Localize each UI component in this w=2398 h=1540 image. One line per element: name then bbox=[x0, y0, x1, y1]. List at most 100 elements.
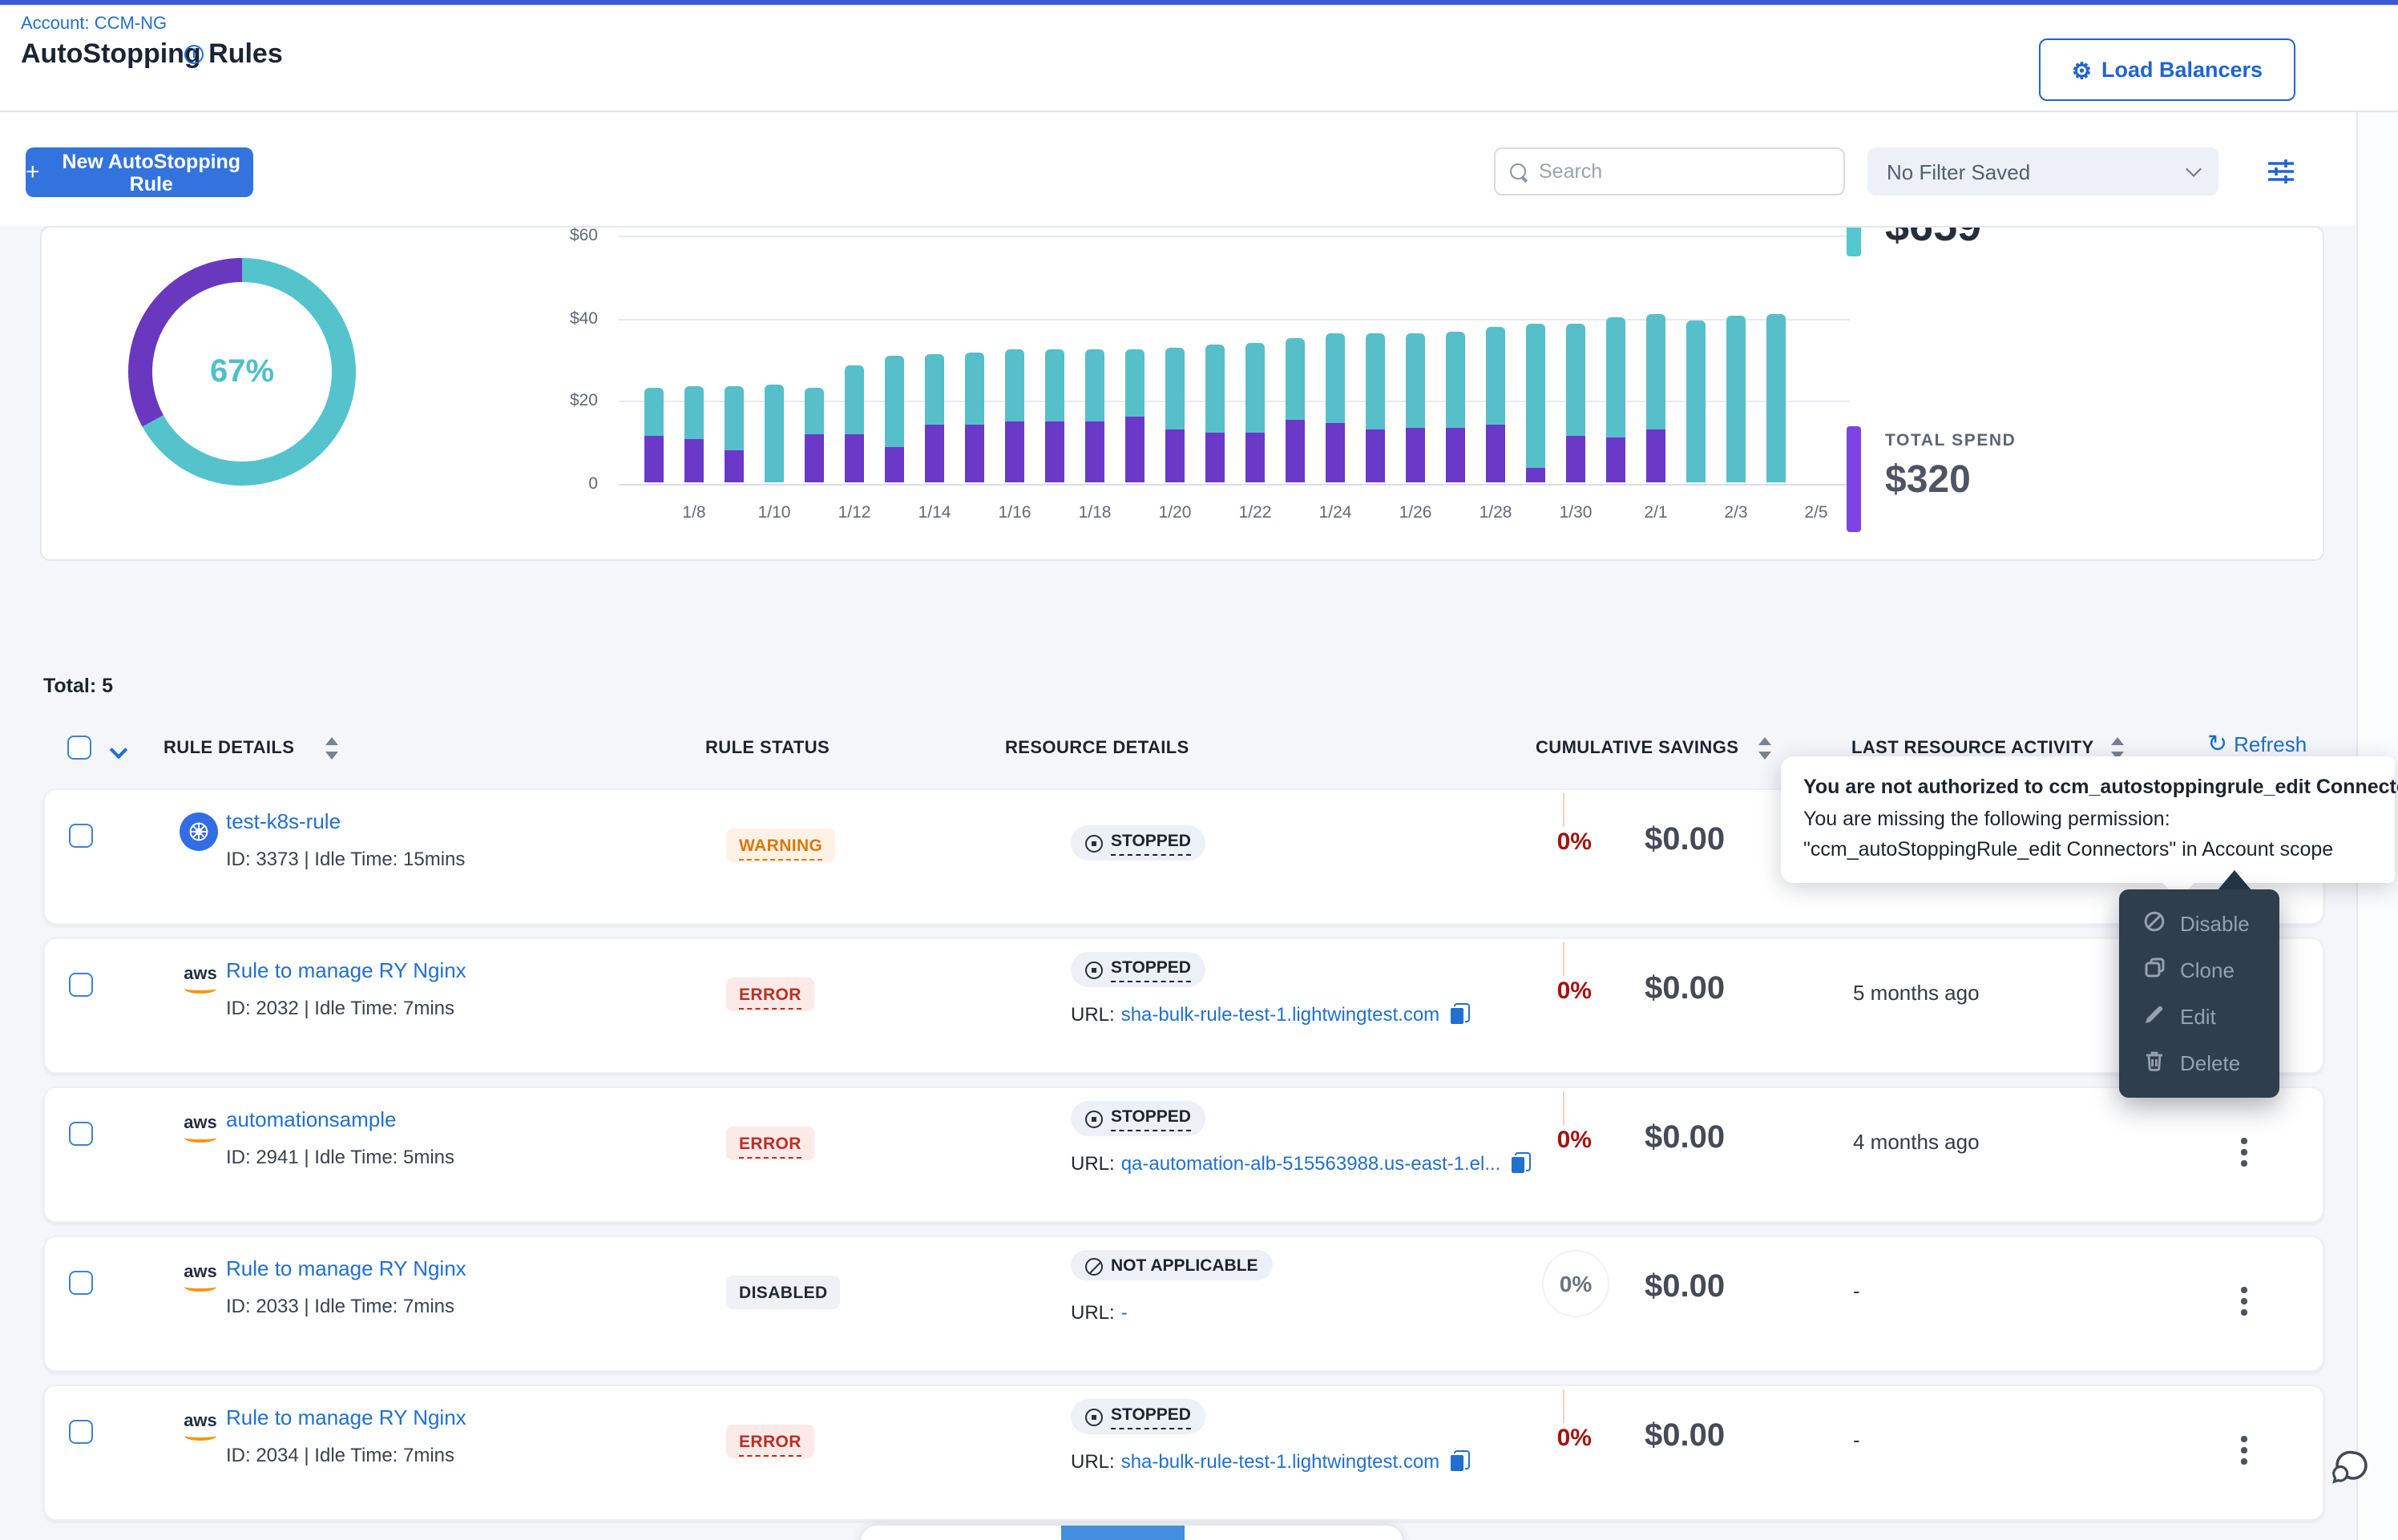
filter-sliders-icon[interactable] bbox=[2263, 155, 2299, 187]
spend-segment bbox=[1566, 437, 1585, 483]
search-input[interactable] bbox=[1539, 160, 1811, 183]
savings-segment bbox=[1606, 317, 1625, 437]
menu-item-delete[interactable]: Delete bbox=[2119, 1040, 2279, 1086]
stacked-bar[interactable] bbox=[1526, 325, 1545, 483]
resource-url-link[interactable]: - bbox=[1121, 1301, 1128, 1324]
resource-url-link[interactable]: qa-automation-alb-515563988.us-east-1.el… bbox=[1121, 1152, 1501, 1175]
stacked-bar[interactable] bbox=[1766, 314, 1786, 483]
stacked-bar[interactable] bbox=[644, 389, 664, 483]
x-axis-tick-label: 1/28 bbox=[1480, 503, 1512, 522]
rule-name-link[interactable]: Rule to manage RY Nginx bbox=[226, 1405, 466, 1429]
stacked-bar[interactable] bbox=[1165, 347, 1185, 483]
stacked-bar[interactable] bbox=[1045, 349, 1064, 483]
breadcrumb-account[interactable]: Account: CCM-NG bbox=[21, 14, 167, 34]
stacked-bar[interactable] bbox=[885, 355, 904, 483]
resource-state-badge[interactable]: STOPPED bbox=[1071, 952, 1205, 987]
row-options-kebab-icon[interactable] bbox=[2225, 1123, 2263, 1181]
stacked-bar[interactable] bbox=[684, 386, 704, 483]
copy-icon[interactable] bbox=[1510, 1152, 1531, 1175]
stacked-bar[interactable] bbox=[965, 352, 984, 483]
rule-status-badge[interactable]: ERROR bbox=[726, 978, 814, 1011]
select-menu-chevron-icon[interactable] bbox=[110, 741, 128, 760]
pagination-bar[interactable] bbox=[861, 1526, 1403, 1540]
stacked-bar[interactable] bbox=[1205, 345, 1225, 483]
stacked-bar[interactable] bbox=[1726, 316, 1746, 483]
rule-status-badge[interactable]: ERROR bbox=[726, 1425, 814, 1458]
resource-state-badge[interactable]: NOT APPLICABLE bbox=[1071, 1250, 1273, 1280]
spend-segment bbox=[805, 433, 824, 483]
rule-name-link[interactable]: automationsample bbox=[226, 1107, 396, 1131]
load-balancers-button[interactable]: ⚙ Load Balancers bbox=[2039, 38, 2295, 101]
stacked-bar[interactable] bbox=[1406, 333, 1425, 483]
stacked-bar[interactable] bbox=[1286, 337, 1305, 483]
row-checkbox[interactable] bbox=[69, 1420, 93, 1444]
savings-segment bbox=[765, 385, 784, 483]
stacked-bar[interactable] bbox=[845, 365, 864, 483]
resource-state-badge[interactable]: STOPPED bbox=[1071, 1101, 1205, 1136]
info-icon[interactable]: i bbox=[184, 45, 204, 64]
stacked-bar[interactable] bbox=[1486, 328, 1505, 483]
stacked-bar[interactable] bbox=[1326, 333, 1345, 483]
stacked-bar[interactable] bbox=[1125, 349, 1144, 483]
saved-filter-dropdown[interactable]: No Filter Saved bbox=[1867, 147, 2218, 196]
stacked-bar[interactable] bbox=[925, 353, 944, 483]
copy-icon[interactable] bbox=[1449, 1450, 1470, 1473]
copy-icon[interactable] bbox=[1449, 1003, 1470, 1026]
savings-percent: 0% bbox=[1480, 828, 1592, 856]
resource-url-link[interactable]: sha-bulk-rule-test-1.lightwingtest.com bbox=[1121, 1450, 1440, 1473]
page-header: Account: CCM-NG AutoStopping Rules i ⚙ L… bbox=[0, 5, 2398, 112]
sort-rule-details-icon[interactable] bbox=[325, 737, 338, 760]
rule-name-link[interactable]: Rule to manage RY Nginx bbox=[226, 958, 466, 982]
stacked-bar[interactable] bbox=[1686, 320, 1706, 483]
resource-url: URL:sha-bulk-rule-test-1.lightwingtest.c… bbox=[1071, 1450, 1470, 1473]
stacked-bar[interactable] bbox=[725, 386, 744, 483]
rule-name-link[interactable]: Rule to manage RY Nginx bbox=[226, 1256, 466, 1280]
refresh-button[interactable]: ↻ Refresh bbox=[2207, 732, 2307, 756]
menu-item-disable[interactable]: Disable bbox=[2119, 901, 2279, 947]
row-options-kebab-icon[interactable] bbox=[2225, 1421, 2263, 1479]
row-checkbox[interactable] bbox=[69, 973, 93, 997]
savings-segment bbox=[925, 353, 944, 425]
column-last-activity[interactable]: LAST RESOURCE ACTIVITY bbox=[1851, 739, 2094, 758]
not-applicable-icon bbox=[1085, 1257, 1103, 1275]
rule-status-badge[interactable]: WARNING bbox=[726, 828, 835, 862]
column-cumulative-savings[interactable]: CUMULATIVE SAVINGS bbox=[1536, 739, 1738, 758]
resource-state-badge[interactable]: STOPPED bbox=[1071, 1399, 1205, 1434]
stacked-bar[interactable] bbox=[1446, 333, 1465, 483]
stacked-bar[interactable] bbox=[765, 385, 784, 483]
x-axis-tick-label: 2/3 bbox=[1724, 503, 1747, 522]
stacked-bar[interactable] bbox=[1085, 349, 1104, 483]
spend-segment bbox=[1326, 424, 1345, 483]
stacked-bar[interactable] bbox=[1366, 333, 1385, 483]
row-options-kebab-icon[interactable] bbox=[2225, 1272, 2263, 1330]
savings-segment bbox=[1726, 316, 1746, 483]
sort-cumulative-savings-icon[interactable] bbox=[1758, 737, 1771, 760]
stacked-bar[interactable] bbox=[1646, 314, 1665, 483]
x-axis-tick-label: 1/26 bbox=[1399, 503, 1432, 522]
resource-state-badge[interactable]: STOPPED bbox=[1071, 825, 1205, 861]
rule-status-badge[interactable]: DISABLED bbox=[726, 1276, 841, 1309]
savings-amount: $0.00 bbox=[1645, 1269, 1725, 1306]
menu-item-edit[interactable]: Edit bbox=[2119, 994, 2279, 1040]
savings-segment bbox=[684, 386, 704, 439]
stacked-bar[interactable] bbox=[1606, 317, 1625, 483]
row-checkbox[interactable] bbox=[69, 1122, 93, 1146]
column-rule-details[interactable]: RULE DETAILS bbox=[164, 739, 294, 758]
spend-segment bbox=[1125, 417, 1144, 483]
stacked-bar[interactable] bbox=[1245, 344, 1265, 483]
resource-url-link[interactable]: sha-bulk-rule-test-1.lightwingtest.com bbox=[1121, 1003, 1440, 1026]
row-checkbox[interactable] bbox=[69, 1271, 93, 1295]
rule-name-link[interactable]: test-k8s-rule bbox=[226, 809, 341, 833]
menu-item-clone[interactable]: Clone bbox=[2119, 947, 2279, 994]
rule-status-badge[interactable]: ERROR bbox=[726, 1127, 814, 1160]
chat-help-icon[interactable] bbox=[2327, 1447, 2369, 1489]
new-autostopping-rule-button[interactable]: + New AutoStopping Rule bbox=[26, 147, 253, 197]
pagination-active-page[interactable] bbox=[1061, 1526, 1185, 1540]
select-all-checkbox[interactable] bbox=[67, 736, 91, 760]
stacked-bar[interactable] bbox=[805, 387, 824, 483]
stacked-bar[interactable] bbox=[1005, 349, 1024, 483]
search-box[interactable] bbox=[1494, 147, 1845, 196]
row-checkbox[interactable] bbox=[69, 824, 93, 848]
stacked-bar[interactable] bbox=[1566, 325, 1585, 483]
savings-segment bbox=[1005, 349, 1024, 421]
